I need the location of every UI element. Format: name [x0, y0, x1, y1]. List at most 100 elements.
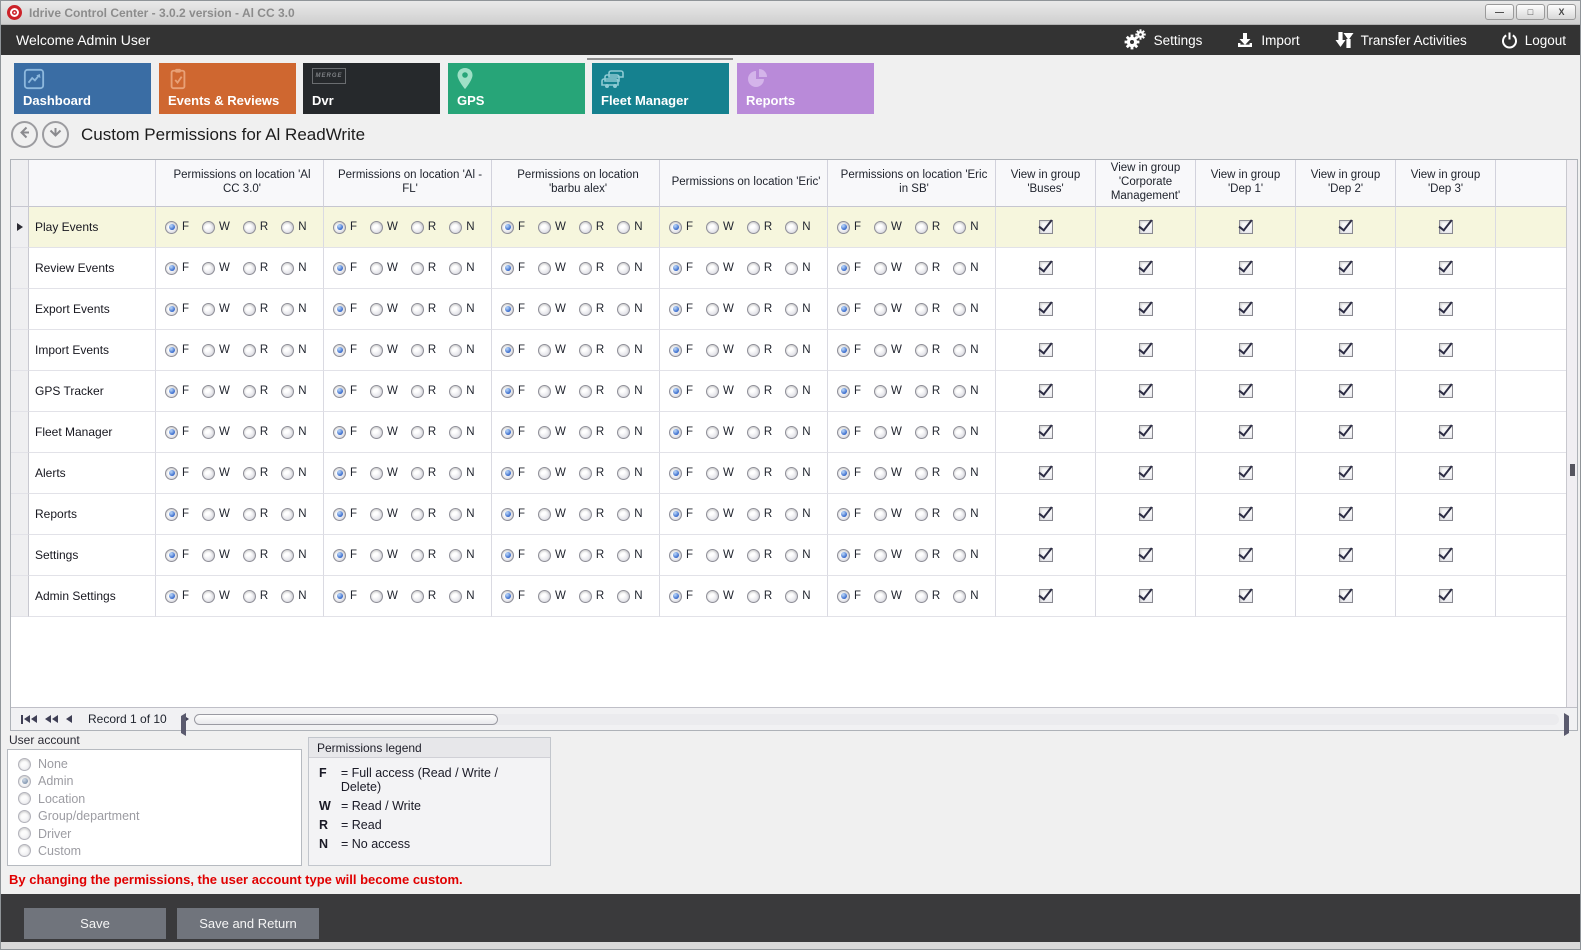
radio-option-N[interactable]: N: [953, 508, 978, 521]
radio-R-icon[interactable]: [579, 221, 592, 234]
radio-option-N[interactable]: N: [617, 344, 642, 357]
radio-F-icon[interactable]: [333, 590, 346, 603]
radio-option-F[interactable]: F: [837, 508, 861, 521]
radio-N-icon[interactable]: [953, 221, 966, 234]
radio-F-icon[interactable]: [333, 467, 346, 480]
radio-N-icon[interactable]: [449, 344, 462, 357]
account-option-custom[interactable]: Custom: [18, 844, 291, 858]
radio-option-F[interactable]: F: [501, 262, 525, 275]
radio-option-W[interactable]: W: [706, 467, 734, 480]
radio-option-W[interactable]: W: [370, 385, 398, 398]
radio-F-icon[interactable]: [837, 303, 850, 316]
radio-option-R[interactable]: R: [579, 549, 604, 562]
radio-option-F[interactable]: F: [669, 467, 693, 480]
radio-N-icon[interactable]: [785, 221, 798, 234]
radio-option-R[interactable]: R: [915, 426, 940, 439]
radio-option-F[interactable]: F: [165, 508, 189, 521]
tab-reports[interactable]: Reports: [737, 63, 874, 114]
tab-gps[interactable]: GPS: [448, 63, 585, 114]
radio-N-icon[interactable]: [281, 590, 294, 603]
radio-option-R[interactable]: R: [411, 221, 436, 234]
radio-option-N[interactable]: N: [953, 262, 978, 275]
radio-option-N[interactable]: N: [449, 221, 474, 234]
radio-option-N[interactable]: N: [785, 508, 810, 521]
radio-R-icon[interactable]: [243, 508, 256, 521]
radio-option-N[interactable]: N: [281, 549, 306, 562]
radio-option-N[interactable]: N: [617, 549, 642, 562]
radio-option-F[interactable]: F: [669, 590, 693, 603]
radio-F-icon[interactable]: [501, 221, 514, 234]
radio-option-F[interactable]: F: [501, 221, 525, 234]
radio-option-W[interactable]: W: [370, 344, 398, 357]
radio-N-icon[interactable]: [785, 549, 798, 562]
radio-option-W[interactable]: W: [874, 303, 902, 316]
account-radio-icon[interactable]: [18, 810, 31, 823]
radio-R-icon[interactable]: [411, 508, 424, 521]
radio-N-icon[interactable]: [953, 344, 966, 357]
group-checkbox[interactable]: [1339, 507, 1353, 521]
radio-option-F[interactable]: F: [333, 508, 357, 521]
tab-fleet-manager[interactable]: Fleet Manager: [592, 63, 729, 114]
radio-R-icon[interactable]: [915, 508, 928, 521]
horizontal-scrollbar[interactable]: [194, 714, 1559, 725]
radio-option-R[interactable]: R: [579, 344, 604, 357]
tab-dashboard[interactable]: Dashboard: [14, 63, 151, 114]
radio-option-N[interactable]: N: [281, 344, 306, 357]
radio-option-W[interactable]: W: [370, 303, 398, 316]
radio-option-N[interactable]: N: [617, 262, 642, 275]
radio-option-F[interactable]: F: [501, 467, 525, 480]
minimize-button[interactable]: —: [1485, 4, 1514, 20]
radio-option-R[interactable]: R: [579, 426, 604, 439]
radio-option-N[interactable]: N: [449, 262, 474, 275]
radio-F-icon[interactable]: [501, 344, 514, 357]
radio-option-N[interactable]: N: [449, 467, 474, 480]
radio-option-R[interactable]: R: [411, 385, 436, 398]
radio-option-W[interactable]: W: [202, 590, 230, 603]
radio-R-icon[interactable]: [915, 467, 928, 480]
radio-R-icon[interactable]: [915, 590, 928, 603]
radio-R-icon[interactable]: [411, 221, 424, 234]
radio-option-R[interactable]: R: [243, 508, 268, 521]
radio-option-R[interactable]: R: [915, 508, 940, 521]
radio-W-icon[interactable]: [874, 344, 887, 357]
radio-N-icon[interactable]: [449, 221, 462, 234]
radio-W-icon[interactable]: [874, 467, 887, 480]
radio-option-N[interactable]: N: [785, 303, 810, 316]
radio-F-icon[interactable]: [501, 590, 514, 603]
group-checkbox[interactable]: [1239, 302, 1253, 316]
radio-option-N[interactable]: N: [281, 426, 306, 439]
radio-R-icon[interactable]: [579, 344, 592, 357]
prev-page-icon[interactable]: [45, 715, 58, 723]
radio-N-icon[interactable]: [449, 426, 462, 439]
group-checkbox[interactable]: [1239, 343, 1253, 357]
radio-W-icon[interactable]: [202, 262, 215, 275]
radio-option-N[interactable]: N: [449, 426, 474, 439]
radio-option-N[interactable]: N: [617, 590, 642, 603]
radio-R-icon[interactable]: [747, 508, 760, 521]
radio-R-icon[interactable]: [243, 549, 256, 562]
radio-F-icon[interactable]: [333, 262, 346, 275]
group-checkbox[interactable]: [1439, 507, 1453, 521]
radio-N-icon[interactable]: [785, 467, 798, 480]
radio-option-W[interactable]: W: [538, 385, 566, 398]
radio-W-icon[interactable]: [874, 508, 887, 521]
radio-R-icon[interactable]: [411, 262, 424, 275]
radio-option-F[interactable]: F: [669, 508, 693, 521]
radio-N-icon[interactable]: [953, 467, 966, 480]
radio-R-icon[interactable]: [411, 385, 424, 398]
radio-option-W[interactable]: W: [370, 508, 398, 521]
radio-R-icon[interactable]: [579, 549, 592, 562]
radio-W-icon[interactable]: [706, 221, 719, 234]
radio-option-N[interactable]: N: [449, 590, 474, 603]
radio-option-F[interactable]: F: [837, 221, 861, 234]
radio-W-icon[interactable]: [202, 549, 215, 562]
radio-R-icon[interactable]: [243, 303, 256, 316]
radio-option-N[interactable]: N: [449, 385, 474, 398]
radio-W-icon[interactable]: [538, 590, 551, 603]
group-checkbox[interactable]: [1439, 589, 1453, 603]
scroll-down-button[interactable]: [42, 121, 69, 148]
radio-N-icon[interactable]: [785, 262, 798, 275]
group-checkbox[interactable]: [1339, 425, 1353, 439]
radio-option-R[interactable]: R: [579, 508, 604, 521]
radio-option-N[interactable]: N: [449, 303, 474, 316]
